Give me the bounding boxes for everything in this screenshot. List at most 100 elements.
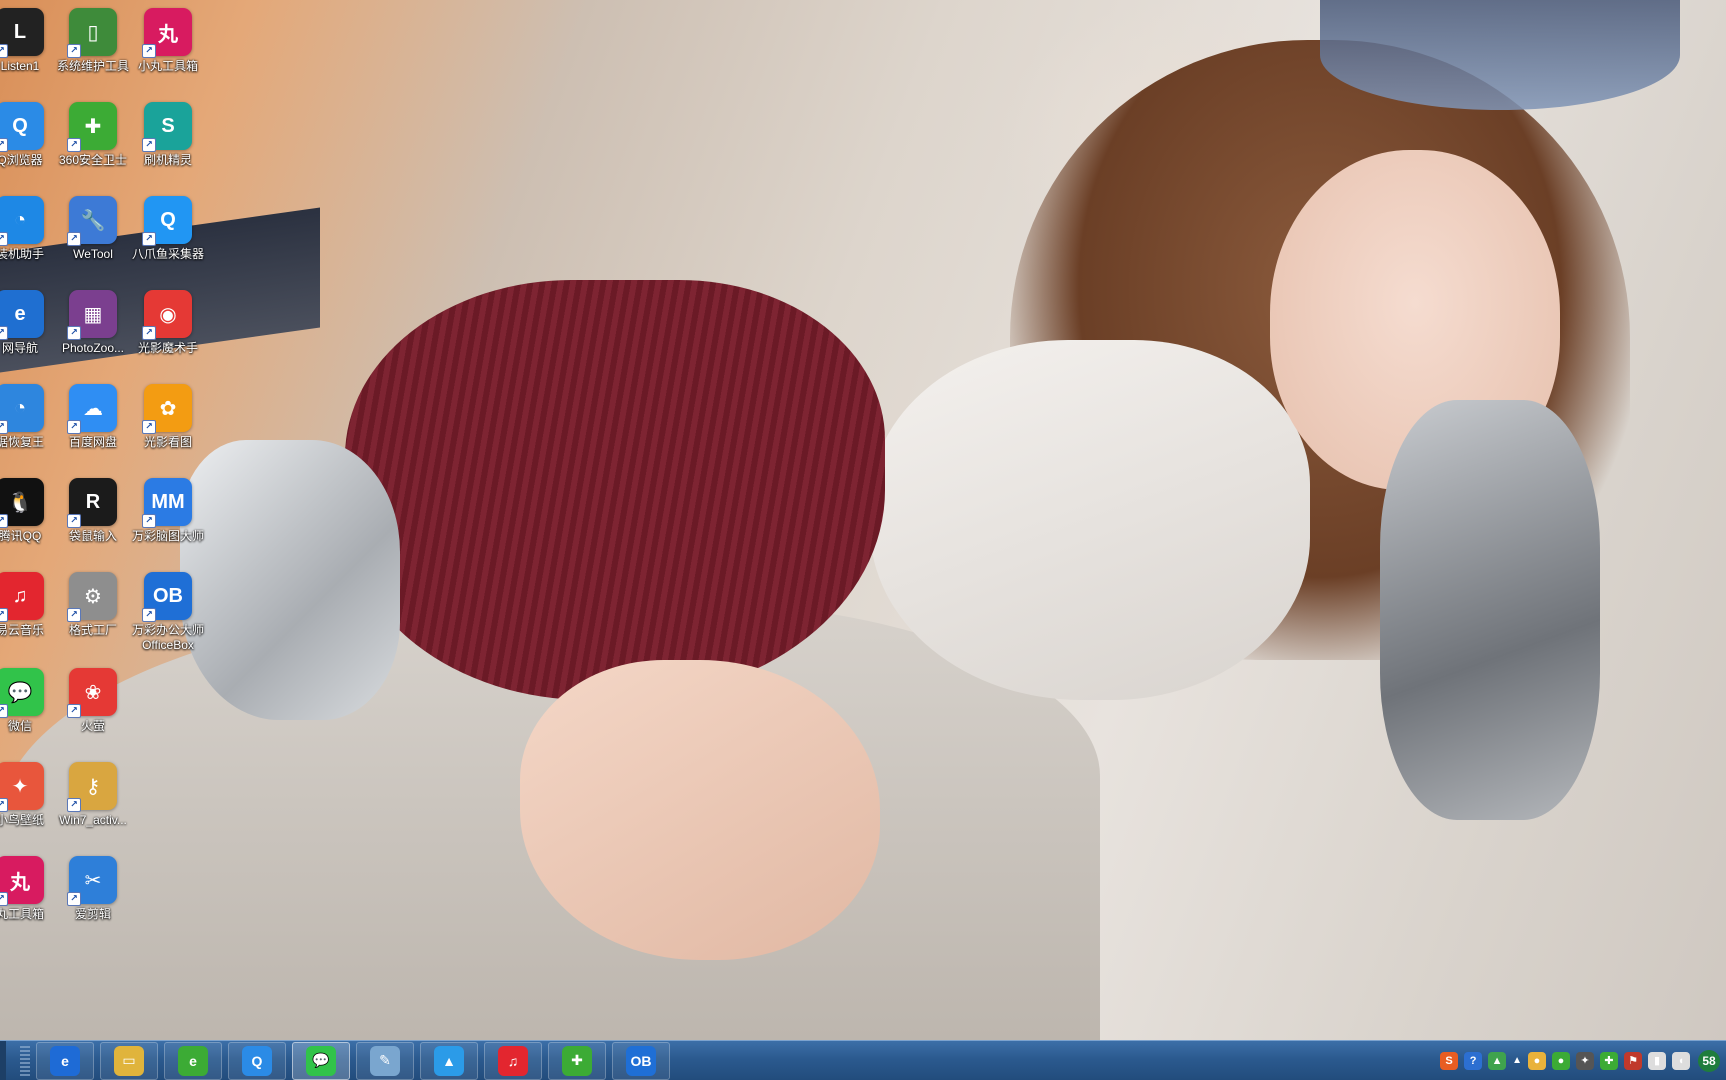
desktop-icon[interactable]: Q ↗ 八爪鱼采集器 <box>128 192 208 288</box>
desktop-icon[interactable]: ✦ ↗ 小鸟壁纸 <box>0 758 60 854</box>
desktop-icon-label: 微信 <box>7 719 32 733</box>
shuaji-icon: S ↗ <box>142 102 192 152</box>
network-icon[interactable]: ▲ <box>1488 1051 1507 1070</box>
taskbar-button-wechat[interactable]: 💬 <box>292 1041 350 1080</box>
wechat-icon: 💬 ↗ <box>0 668 44 718</box>
desktop-icon[interactable]: ☁ ↗ 百度网盘 <box>53 380 133 476</box>
wallpaper-skirt <box>345 280 885 700</box>
desktop-icon[interactable]: ▦ ↗ PhotoZoo... <box>53 286 133 382</box>
desktop-icon-label: 百度网盘 <box>68 435 117 449</box>
install-helper-icon: ◔ ↗ <box>0 196 44 246</box>
folder-icon: ▭ <box>114 1045 144 1076</box>
desktop-icon[interactable]: ◔ ↗ 装机助手 <box>0 192 60 288</box>
mindmaster-icon: MM ↗ <box>142 478 192 528</box>
desktop-icon[interactable]: S ↗ 刷机精灵 <box>128 98 208 194</box>
browser-360-icon: e <box>178 1045 208 1076</box>
bat-tray-icon[interactable]: ✦ <box>1576 1051 1594 1070</box>
volume-icon[interactable]: ◖ <box>1672 1051 1690 1070</box>
desktop-icon-label: 万彩脑图大师 <box>131 529 204 543</box>
desktop-icon-label: Win7_activ... <box>59 813 127 827</box>
ie-icon: e <box>50 1045 80 1076</box>
qq-browser-icon: Q ↗ <box>0 102 44 152</box>
desktop-icon-label: 系统维护工具 <box>56 59 129 73</box>
shortcut-arrow-icon: ↗ <box>67 420 81 434</box>
desktop-icon[interactable]: ◉ ↗ 光影魔术手 <box>128 286 208 382</box>
shortcut-arrow-icon: ↗ <box>142 138 156 152</box>
listen1-icon: L ↗ <box>0 8 44 58</box>
ie-icon: e ↗ <box>0 290 44 340</box>
signal-icon[interactable]: ▮ <box>1648 1051 1666 1070</box>
taskbar: e ▭ e Q 💬 ✎ ▲ ♫ ✚ OB S? ▲ ▲ ● ● ✦ ✚ ⚑ ▮ ◖ 58 <box>0 1040 1726 1080</box>
desktop-icon[interactable]: MM ↗ 万彩脑图大师 <box>128 474 208 570</box>
shortcut-arrow-icon: ↗ <box>0 232 8 246</box>
desktop-icon-label: 袋鼠输入 <box>68 529 117 543</box>
taskbar-button-maxthon[interactable]: ▲ <box>420 1041 478 1080</box>
plus-tray-icon[interactable]: ✚ <box>1600 1051 1618 1070</box>
desktop-icon-label: 光影看图 <box>143 435 192 449</box>
officebox-icon: OB <box>626 1045 656 1076</box>
data-recovery-icon: ◔ ↗ <box>0 384 44 434</box>
desktop-icon[interactable]: 丸 ↗ 小丸工具箱 <box>128 4 208 100</box>
desktop-icon[interactable]: ✚ ↗ 360安全卫士 <box>53 98 133 194</box>
netease-music-icon: ♫ ↗ <box>0 572 44 622</box>
desktop-icon[interactable]: OB ↗ 万彩办公大师 OfficeBox <box>128 568 208 664</box>
tray-expand-icon[interactable]: ▲ <box>1512 1055 1522 1066</box>
wrench-icon: 🔧 ↗ <box>67 196 117 246</box>
qq-browser-icon: Q <box>242 1045 272 1076</box>
firefly-icon: ❀ ↗ <box>67 668 117 718</box>
desktop-icon[interactable]: ❀ ↗ 火萤 <box>53 664 133 760</box>
desktop-icon-label: 丸工具箱 <box>0 907 44 921</box>
wallpaper-armor-glove <box>1380 400 1600 820</box>
desktop-icon[interactable]: ✂ ↗ 爱剪辑 <box>53 852 133 948</box>
shortcut-arrow-icon: ↗ <box>0 420 8 434</box>
officebox-icon: OB ↗ <box>142 572 192 622</box>
desktop-icon[interactable]: 💬 ↗ 微信 <box>0 664 60 760</box>
kangaroo-input-icon: R ↗ <box>67 478 117 528</box>
taskbar-button-netease-music[interactable]: ♫ <box>484 1041 542 1080</box>
taskbar-button-ie[interactable]: e <box>36 1041 94 1080</box>
desktop-icon[interactable]: ⚙ ↗ 格式工厂 <box>53 568 133 664</box>
taskbar-button-qq-browser[interactable]: Q <box>228 1041 286 1080</box>
desktop-icon[interactable]: Q ↗ Q浏览器 <box>0 98 60 194</box>
security-360-icon: ✚ ↗ <box>67 102 117 152</box>
help-icon[interactable]: ? <box>1464 1051 1483 1070</box>
tray-badge[interactable]: 58 <box>1698 1049 1720 1072</box>
desktop-icon[interactable]: ♫ ↗ 易云音乐 <box>0 568 60 664</box>
desktop-icon-label: 火萤 <box>80 719 105 733</box>
desktop-icon-label: 爱剪辑 <box>74 907 111 921</box>
desktop-icon-label: 光影魔术手 <box>137 341 198 355</box>
desktop-icon[interactable]: ✿ ↗ 光影看图 <box>128 380 208 476</box>
taskbar-grip[interactable] <box>20 1045 30 1076</box>
shortcut-arrow-icon: ↗ <box>67 608 81 622</box>
desktop-icon[interactable]: 丸 ↗ 丸工具箱 <box>0 852 60 948</box>
green-tray-icon[interactable]: ● <box>1552 1051 1570 1070</box>
wechat-icon: 💬 <box>306 1045 336 1076</box>
desktop-icon-label: 腾讯QQ <box>0 529 42 543</box>
desktop-icon[interactable]: 🔧 ↗ WeTool <box>53 192 133 288</box>
taskbar-button-security-360[interactable]: ✚ <box>548 1041 606 1080</box>
flag-tray-icon[interactable]: ⚑ <box>1624 1051 1642 1070</box>
desktop-icon[interactable]: L ↗ Listen1 <box>0 4 60 100</box>
desktop-icon[interactable]: 🐧 ↗ 腾讯QQ <box>0 474 60 570</box>
desktop-icon-label: 八爪鱼采集器 <box>131 247 204 261</box>
desktop-icon[interactable]: e ↗ 网导航 <box>0 286 60 382</box>
wallpaper-headpiece <box>1320 0 1680 110</box>
desktop-icon[interactable]: R ↗ 袋鼠输入 <box>53 474 133 570</box>
desktop-icon[interactable]: ⚷ ↗ Win7_activ... <box>53 758 133 854</box>
taskbar-button-360-browser[interactable]: e <box>164 1041 222 1080</box>
xiaowan-toolbox-icon-2: 丸 ↗ <box>0 856 44 906</box>
sogou-icon[interactable]: S <box>1440 1051 1459 1070</box>
shortcut-arrow-icon: ↗ <box>67 704 81 718</box>
desktop-icon[interactable]: ◔ ↗ 据恢复王 <box>0 380 60 476</box>
taskbar-button-officebox[interactable]: OB <box>612 1041 670 1080</box>
desktop-icon[interactable]: ▯ ↗ 系统维护工具 <box>53 4 133 100</box>
start-button[interactable] <box>0 1041 6 1080</box>
chat-tray-icon[interactable]: ● <box>1528 1051 1546 1070</box>
taskbar-button-explorer[interactable]: ▭ <box>100 1041 158 1080</box>
wallpaper-shirt <box>870 340 1310 700</box>
taskbar-button-notepad[interactable]: ✎ <box>356 1041 414 1080</box>
desktop-icon-label: Q浏览器 <box>0 153 43 167</box>
shortcut-arrow-icon: ↗ <box>142 514 156 528</box>
desktop-icon-label: 据恢复王 <box>0 435 44 449</box>
shortcut-arrow-icon: ↗ <box>67 44 81 58</box>
